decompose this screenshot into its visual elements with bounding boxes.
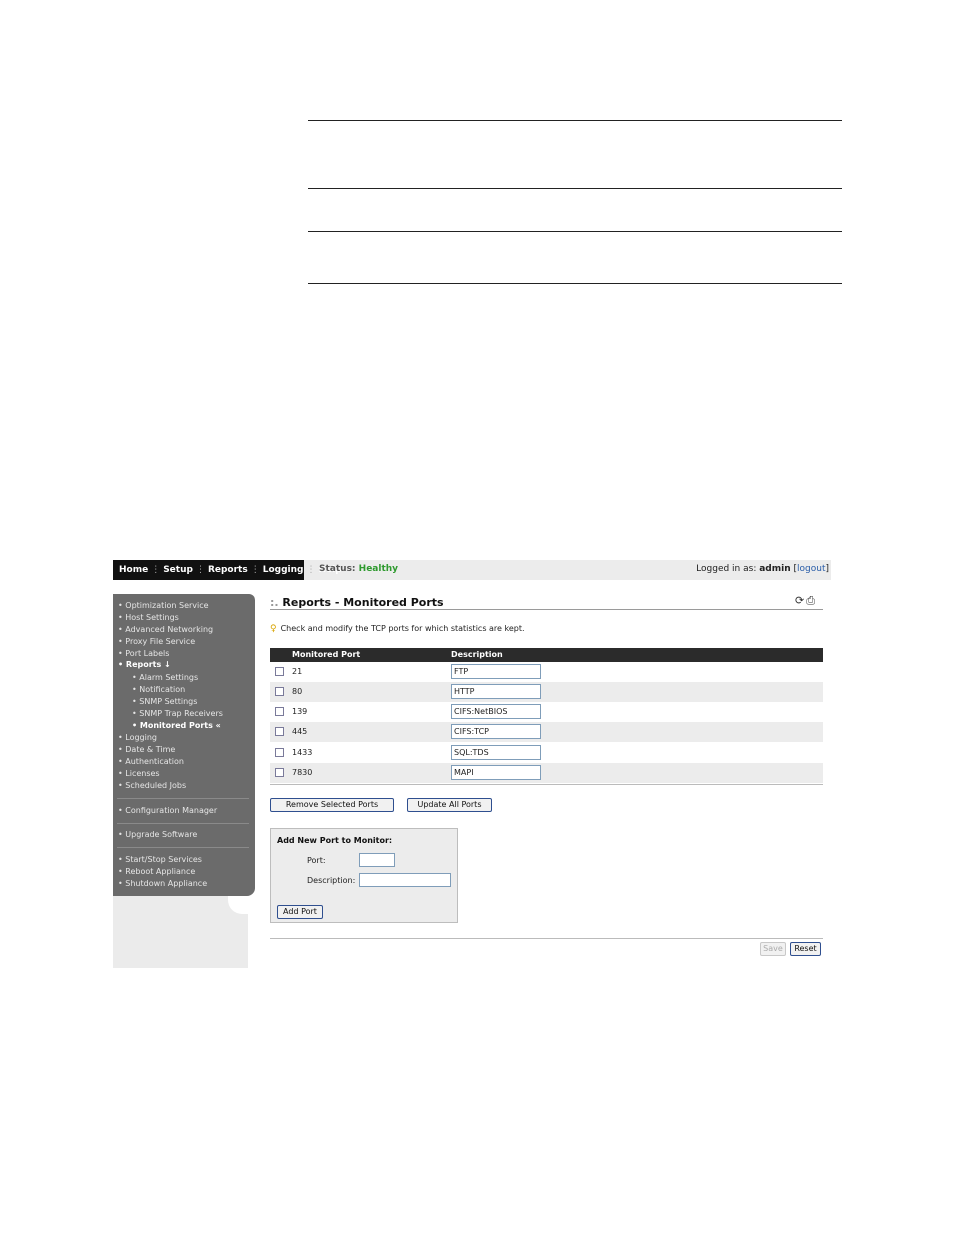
- title-text: Reports - Monitored Ports: [282, 596, 444, 609]
- status-label: Status:: [319, 564, 356, 574]
- row-checkbox[interactable]: [275, 748, 284, 757]
- nav-separator: ⋮: [195, 565, 205, 575]
- sidebar-item-snmp-settings[interactable]: • SNMP Settings: [132, 697, 197, 707]
- sidebar-item-logging[interactable]: • Logging: [118, 733, 157, 743]
- port-number: 7830: [292, 768, 313, 777]
- sidebar-item-start-stop-services[interactable]: • Start/Stop Services: [118, 855, 202, 865]
- port-input[interactable]: [359, 853, 395, 867]
- nav-separator: ⋮: [151, 565, 161, 575]
- remove-selected-ports-button[interactable]: Remove Selected Ports: [270, 798, 394, 812]
- column-header-description: Description: [451, 650, 503, 659]
- table-header: Monitored Port Description: [270, 648, 823, 662]
- table-row: 139 CIFS:NetBIOS: [270, 702, 823, 722]
- row-checkbox[interactable]: [275, 687, 284, 696]
- footer-divider: [270, 938, 823, 939]
- table-row: 21 FTP: [270, 662, 823, 682]
- sidebar-item-host-settings[interactable]: • Host Settings: [118, 613, 179, 623]
- sidebar-item-snmp-trap-receivers[interactable]: • SNMP Trap Receivers: [132, 709, 223, 719]
- title-divider: [270, 609, 823, 610]
- main-nav: Home ⋮ Setup ⋮ Reports ⋮ Logging ⋮ Help: [113, 560, 342, 580]
- logout-link[interactable]: logout: [797, 564, 825, 574]
- description-input[interactable]: CIFS:TCP: [451, 724, 541, 739]
- sidebar-item-proxy-file-service[interactable]: • Proxy File Service: [118, 637, 195, 647]
- port-number: 21: [292, 667, 303, 676]
- doc-rule-4: [308, 283, 842, 284]
- reset-button[interactable]: Reset: [790, 942, 821, 956]
- add-port-button[interactable]: Add Port: [277, 905, 323, 919]
- table-row: 1433 SQL:TDS: [270, 743, 823, 763]
- sidebar-item-configuration-manager[interactable]: • Configuration Manager: [118, 806, 217, 816]
- sidebar-item-scheduled-jobs[interactable]: • Scheduled Jobs: [118, 781, 186, 791]
- sidebar-item-reboot-appliance[interactable]: • Reboot Appliance: [118, 867, 195, 877]
- description-input[interactable]: FTP: [451, 664, 541, 679]
- lightbulb-icon: ♀: [270, 624, 277, 634]
- top-bar: Home ⋮ Setup ⋮ Reports ⋮ Logging ⋮ Help …: [113, 560, 831, 580]
- logged-in-label: Logged in as:: [696, 564, 757, 574]
- nav-reports[interactable]: Reports: [208, 565, 248, 575]
- table-bottom-border: [270, 784, 823, 785]
- row-checkbox[interactable]: [275, 727, 284, 736]
- port-label: Port:: [307, 856, 326, 865]
- title-prefix: :.: [270, 596, 279, 609]
- row-checkbox[interactable]: [275, 667, 284, 676]
- row-checkbox[interactable]: [275, 768, 284, 777]
- username: admin: [759, 564, 791, 574]
- description-label: Description:: [307, 876, 356, 885]
- page-title: :. Reports - Monitored Ports: [270, 596, 444, 609]
- description-field[interactable]: [359, 873, 451, 887]
- nav-logging[interactable]: Logging: [263, 565, 304, 575]
- refresh-icon[interactable]: ⟳: [795, 594, 806, 607]
- sidebar-item-date-time[interactable]: • Date & Time: [118, 745, 175, 755]
- sidebar-divider: [117, 847, 249, 848]
- title-icons: ⟳⎙: [795, 594, 817, 608]
- nav-setup[interactable]: Setup: [163, 565, 193, 575]
- sidebar-item-authentication[interactable]: • Authentication: [118, 757, 184, 767]
- table-row: 80 HTTP: [270, 682, 823, 702]
- add-port-title: Add New Port to Monitor:: [277, 836, 393, 845]
- doc-rule-2: [308, 188, 842, 189]
- sidebar-divider: [117, 798, 249, 799]
- table-row: 445 CIFS:TCP: [270, 722, 823, 742]
- sidebar-item-notification[interactable]: • Notification: [132, 685, 185, 695]
- sidebar-item-alarm-settings[interactable]: • Alarm Settings: [132, 673, 198, 683]
- status-indicator: Status: Healthy: [319, 564, 398, 574]
- hint-text: ♀ Check and modify the TCP ports for whic…: [270, 624, 525, 634]
- row-checkbox[interactable]: [275, 707, 284, 716]
- sidebar-item-optimization-service[interactable]: • Optimization Service: [118, 601, 209, 611]
- sidebar: • Optimization Service • Host Settings •…: [113, 594, 255, 896]
- add-port-panel: Add New Port to Monitor: Port: Descripti…: [270, 828, 458, 923]
- port-number: 445: [292, 727, 308, 736]
- sidebar-item-licenses[interactable]: • Licenses: [118, 769, 160, 779]
- sidebar-item-upgrade-software[interactable]: • Upgrade Software: [118, 830, 197, 840]
- sidebar-divider: [117, 823, 249, 824]
- description-input[interactable]: MAPI: [451, 765, 541, 780]
- port-number: 139: [292, 707, 308, 716]
- port-number: 80: [292, 687, 303, 696]
- nav-separator: ⋮: [250, 565, 260, 575]
- update-all-ports-button[interactable]: Update All Ports: [407, 798, 492, 812]
- doc-rule-3: [308, 231, 842, 232]
- port-number: 1433: [292, 748, 313, 757]
- sidebar-item-reports[interactable]: • Reports ↓: [118, 660, 171, 670]
- hint-label: Check and modify the TCP ports for which…: [280, 624, 525, 633]
- sidebar-item-monitored-ports[interactable]: • Monitored Ports «: [132, 721, 221, 731]
- nav-separator: ⋮: [306, 565, 316, 575]
- status-value: Healthy: [358, 564, 399, 574]
- description-input[interactable]: HTTP: [451, 684, 541, 699]
- bracket-close: ]: [825, 564, 829, 574]
- description-input[interactable]: CIFS:NetBIOS: [451, 704, 541, 719]
- save-button[interactable]: Save: [760, 942, 786, 956]
- sidebar-item-advanced-networking[interactable]: • Advanced Networking: [118, 625, 213, 635]
- sidebar-item-port-labels[interactable]: • Port Labels: [118, 649, 169, 659]
- doc-rule-1: [308, 120, 842, 121]
- nav-home[interactable]: Home: [119, 565, 148, 575]
- description-input[interactable]: SQL:TDS: [451, 745, 541, 760]
- table-row: 7830 MAPI: [270, 763, 823, 783]
- column-header-port: Monitored Port: [292, 650, 361, 659]
- print-icon[interactable]: ⎙: [806, 594, 817, 607]
- sidebar-item-shutdown-appliance[interactable]: • Shutdown Appliance: [118, 879, 207, 889]
- login-info: Logged in as: admin [logout]: [696, 564, 829, 574]
